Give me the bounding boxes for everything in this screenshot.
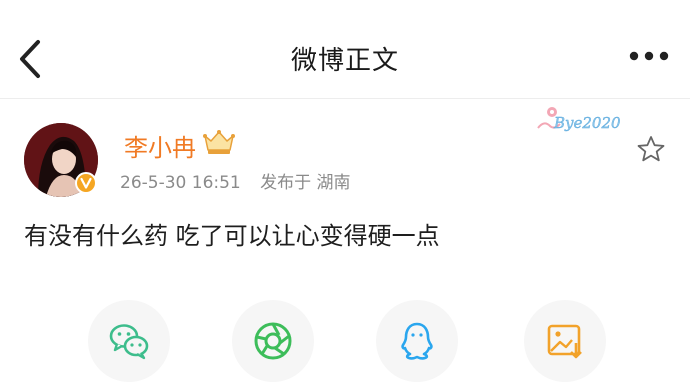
more-options-button[interactable] <box>628 44 670 68</box>
username[interactable]: 李小冉 <box>124 128 196 163</box>
watermark: Bye2020 <box>534 102 634 136</box>
qq-icon <box>401 322 433 360</box>
post-meta: 26-5-30 16:51 发布于 湖南 <box>120 168 351 193</box>
top-nav-bar: 微博正文 <box>0 0 690 99</box>
post-location: 发布于 湖南 <box>260 173 351 193</box>
star-icon <box>637 136 665 162</box>
share-moments-button[interactable] <box>232 300 314 382</box>
page-title: 微博正文 <box>290 46 399 76</box>
wechat-icon <box>109 324 149 360</box>
favorite-button[interactable] <box>636 134 666 164</box>
moments-icon <box>254 322 292 360</box>
vip-crown-badge-icon[interactable] <box>202 128 236 156</box>
save-image-button[interactable] <box>524 300 606 382</box>
post-content: 有没有什么药 吃了可以让心变得硬一点 <box>24 222 440 250</box>
share-qq-button[interactable] <box>376 300 458 382</box>
post-datetime: 26-5-30 16:51 <box>120 173 241 193</box>
share-wechat-button[interactable] <box>88 300 170 382</box>
save-image-icon <box>547 324 582 359</box>
more-dots-icon <box>629 51 669 61</box>
watermark-text: Bye2020 <box>553 114 621 132</box>
verified-badge-icon <box>75 172 97 194</box>
